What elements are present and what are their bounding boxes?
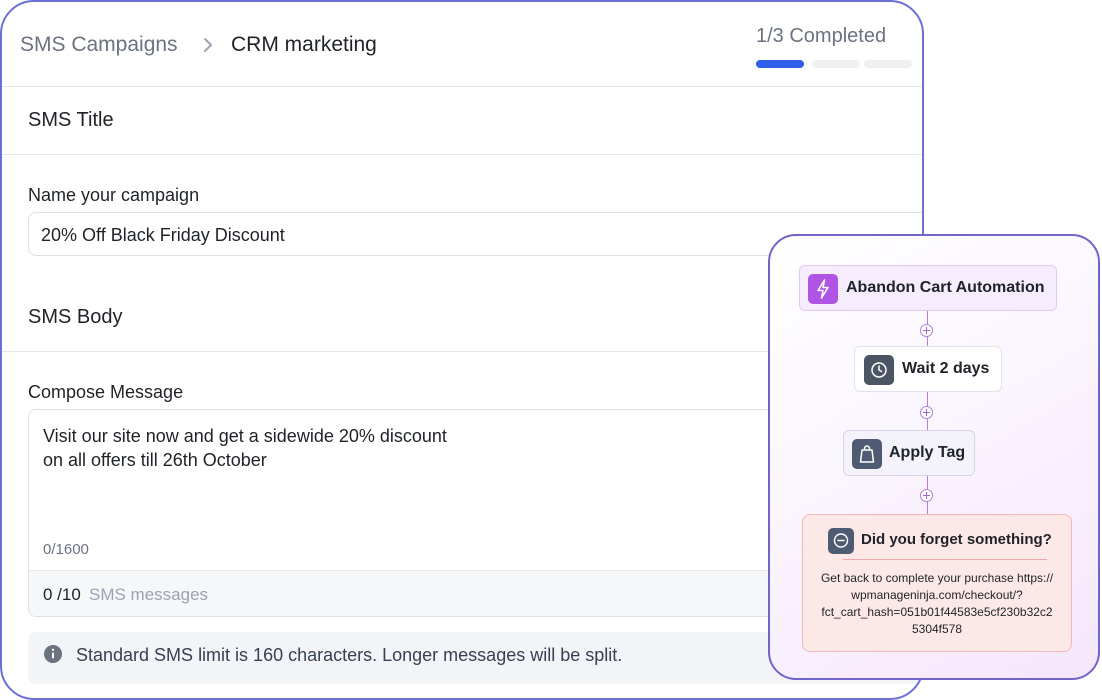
sms-body-heading: SMS Body [28,306,123,328]
apply-tag-node-label: Apply Tag [889,444,966,461]
character-count: 0/1600 [43,541,89,558]
sms-limit-note-text: Standard SMS limit is 160 characters. Lo… [76,645,623,665]
tag-icon [852,439,882,469]
sms-message-title: Did you forget something? [861,531,1052,548]
sms-message-line: fct_cart_hash=051b01f44583e5cf230b32c2 [821,605,1053,619]
wait-node[interactable]: Wait 2 days [854,346,1002,392]
sms-message-line: 5304f578 [911,622,963,636]
sms-count-value: 0 /10 [43,585,81,604]
clock-icon [864,355,894,385]
campaign-name-label: Name your campaign [28,185,200,205]
trigger-node[interactable]: Abandon Cart Automation [799,265,1057,311]
sms-message-node[interactable]: Did you forget something? Get back to co… [802,514,1072,652]
wait-node-label: Wait 2 days [902,360,990,377]
breadcrumb-sms-campaigns[interactable]: SMS Campaigns [20,33,178,57]
trigger-node-label: Abandon Cart Automation [846,279,1045,296]
compose-message-label: Compose Message [28,382,184,402]
progress-step-3 [864,60,912,68]
add-step-icon[interactable] [920,406,933,419]
message-line-1: Visit our site now and get a sidewide 20… [43,426,447,446]
info-icon [44,645,62,663]
sms-message-line: Get back to complete your purchase https… [820,571,1054,585]
progress-step-2 [812,60,860,68]
card-header: SMS Campaigns CRM marketing 1/3 Complete… [2,2,922,87]
page-title: CRM marketing [231,33,377,56]
divider [2,154,922,155]
progress-step-1 [756,60,804,68]
sms-title-heading: SMS Title [28,109,114,131]
chevron-right-icon [204,38,212,52]
progress-label: 1/3 Completed [756,25,887,47]
lightning-icon [808,274,838,304]
sms-count-unit: SMS messages [89,585,209,604]
sms-message-line: wpmanageninja.com/checkout/? [851,588,1023,602]
message-line-2: on all offers till 26th October [43,450,267,470]
add-step-icon[interactable] [920,324,933,337]
automation-flow-panel: Abandon Cart Automation Wait 2 days Appl… [768,234,1100,680]
add-step-icon[interactable] [920,489,933,502]
divider [843,559,1047,560]
apply-tag-node[interactable]: Apply Tag [843,430,975,476]
chat-bubble-icon [828,528,854,554]
sms-message-body: Get back to complete your purchase https… [815,570,1059,638]
